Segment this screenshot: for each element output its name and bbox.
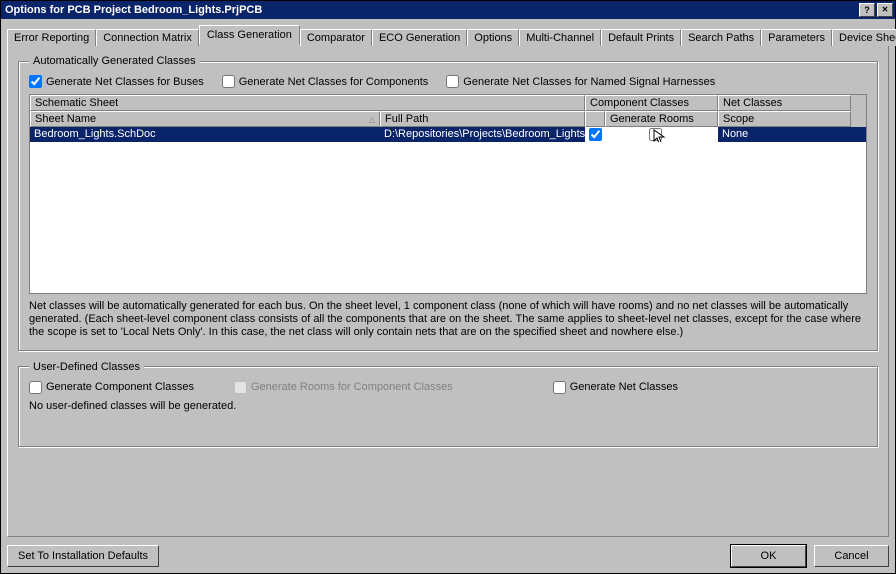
user-classes-legend: User-Defined Classes xyxy=(29,361,144,373)
grid-col-sheet-name[interactable]: Sheet Name △ xyxy=(30,111,380,127)
tab-device-sheets[interactable]: Device Sheets xyxy=(832,29,896,46)
auto-classes-note: Net classes will be automatically genera… xyxy=(29,300,867,340)
user-classes-group: User-Defined Classes Generate Component … xyxy=(18,361,878,447)
cb-user-net-classes[interactable]: Generate Net Classes xyxy=(553,381,678,394)
grid-col-scope[interactable]: Scope xyxy=(718,111,851,127)
auto-classes-legend: Automatically Generated Classes xyxy=(29,55,200,67)
sort-ascending-icon: △ xyxy=(369,115,375,124)
tab-multi-channel[interactable]: Multi-Channel xyxy=(519,29,601,46)
user-classes-note: No user-defined classes will be generate… xyxy=(29,400,867,412)
cb-net-classes-components[interactable]: Generate Net Classes for Components xyxy=(222,75,429,88)
cb-user-net-classes-input[interactable] xyxy=(553,381,566,394)
tab-parameters[interactable]: Parameters xyxy=(761,29,832,46)
cell-generate-rooms-checkbox[interactable] xyxy=(649,128,662,141)
tab-connection-matrix[interactable]: Connection Matrix xyxy=(96,29,199,46)
cb-user-rooms-for-component-classes: Generate Rooms for Component Classes xyxy=(234,381,453,394)
close-button[interactable] xyxy=(877,3,893,17)
grid-col-cc-checkbox[interactable] xyxy=(585,111,605,127)
cb-user-net-classes-label: Generate Net Classes xyxy=(570,381,678,393)
cb-net-classes-buses-label: Generate Net Classes for Buses xyxy=(46,76,204,88)
cell-sheet-name[interactable]: Bedroom_Lights.SchDoc xyxy=(30,127,380,142)
cell-scope[interactable]: None xyxy=(718,127,851,142)
tab-body: Automatically Generated Classes Generate… xyxy=(7,44,889,537)
grid-col-generate-rooms[interactable]: Generate Rooms xyxy=(605,111,718,127)
cb-user-component-classes-input[interactable] xyxy=(29,381,42,394)
grid-group-schematic[interactable]: Schematic Sheet xyxy=(30,95,585,111)
cell-component-class-checkbox-input[interactable] xyxy=(589,128,602,141)
tab-class-generation[interactable]: Class Generation xyxy=(199,25,300,45)
table-row[interactable]: Bedroom_Lights.SchDoc D:\Repositories\Pr… xyxy=(30,127,866,142)
cb-user-rooms-label: Generate Rooms for Component Classes xyxy=(251,381,453,393)
titlebar[interactable]: Options for PCB Project Bedroom_Lights.P… xyxy=(1,1,895,19)
cb-user-component-classes-label: Generate Component Classes xyxy=(46,381,194,393)
grid-group-component-classes[interactable]: Component Classes xyxy=(585,95,718,111)
tab-eco-generation[interactable]: ECO Generation xyxy=(372,29,467,46)
cell-generate-rooms[interactable] xyxy=(605,127,718,142)
cb-net-classes-harnesses-label: Generate Net Classes for Named Signal Ha… xyxy=(463,76,715,88)
tab-options[interactable]: Options xyxy=(467,29,519,46)
ok-button[interactable]: OK xyxy=(731,545,806,567)
cb-user-component-classes[interactable]: Generate Component Classes xyxy=(29,381,194,394)
help-button[interactable] xyxy=(859,3,875,17)
grid-group-net-classes[interactable]: Net Classes xyxy=(718,95,851,111)
tab-default-prints[interactable]: Default Prints xyxy=(601,29,681,46)
grid-col-full-path[interactable]: Full Path xyxy=(380,111,585,127)
cb-net-classes-buses[interactable]: Generate Net Classes for Buses xyxy=(29,75,204,88)
cb-user-rooms-input xyxy=(234,381,247,394)
dialog-window: Options for PCB Project Bedroom_Lights.P… xyxy=(0,0,896,574)
cb-net-classes-harnesses-input[interactable] xyxy=(446,75,459,88)
cb-net-classes-harnesses[interactable]: Generate Net Classes for Named Signal Ha… xyxy=(446,75,715,88)
tab-strip: Error Reporting Connection Matrix Class … xyxy=(7,25,889,45)
tab-error-reporting[interactable]: Error Reporting xyxy=(7,29,96,46)
cancel-button[interactable]: Cancel xyxy=(814,545,889,567)
auto-classes-group: Automatically Generated Classes Generate… xyxy=(18,55,878,351)
tab-comparator[interactable]: Comparator xyxy=(300,29,372,46)
cb-net-classes-buses-input[interactable] xyxy=(29,75,42,88)
cell-component-class-checkbox[interactable] xyxy=(585,127,605,142)
sheets-grid[interactable]: Schematic Sheet Component Classes Net Cl… xyxy=(29,94,867,294)
cb-net-classes-components-label: Generate Net Classes for Components xyxy=(239,76,429,88)
tab-search-paths[interactable]: Search Paths xyxy=(681,29,761,46)
cell-full-path[interactable]: D:\Repositories\Projects\Bedroom_Lights\… xyxy=(380,127,585,142)
cb-net-classes-components-input[interactable] xyxy=(222,75,235,88)
grid-col-sheet-name-label: Sheet Name xyxy=(35,113,96,125)
window-title: Options for PCB Project Bedroom_Lights.P… xyxy=(3,4,857,16)
set-defaults-button[interactable]: Set To Installation Defaults xyxy=(7,545,159,567)
dialog-footer: Set To Installation Defaults OK Cancel xyxy=(1,541,895,573)
